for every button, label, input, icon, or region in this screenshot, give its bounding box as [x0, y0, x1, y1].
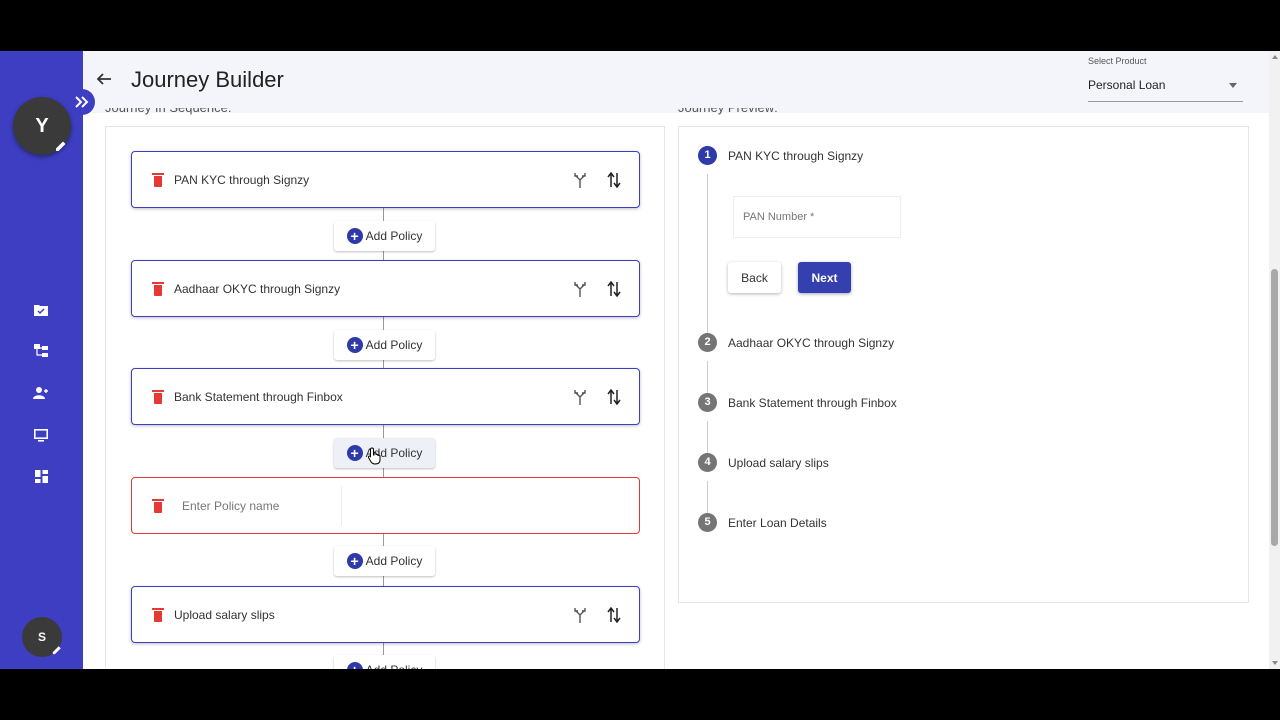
- policy-name: Bank Statement through Finbox: [174, 390, 343, 404]
- next-button[interactable]: Next: [798, 262, 851, 293]
- back-arrow-icon[interactable]: [96, 71, 116, 91]
- product-select[interactable]: Select Product Personal Loan: [1088, 56, 1243, 102]
- reorder-icon[interactable]: [607, 606, 621, 624]
- step-label: Enter Loan Details: [728, 516, 827, 530]
- branch-icon[interactable]: [573, 172, 587, 188]
- add-policy-label: Add Policy: [365, 338, 423, 352]
- policy-card: Upload salary slips: [131, 586, 640, 643]
- hand-cursor-icon: [367, 447, 382, 467]
- reorder-icon[interactable]: [607, 280, 621, 298]
- step-label: Aadhaar OKYC through Signzy: [728, 336, 895, 350]
- branch-icon[interactable]: [573, 389, 587, 405]
- trash-icon[interactable]: [152, 608, 164, 622]
- journey-sequence-heading: Journey In Sequence:: [105, 108, 231, 116]
- step-number: 2: [698, 333, 717, 352]
- scrollbar-thumb[interactable]: [1271, 269, 1278, 546]
- step-number: 5: [698, 513, 717, 532]
- trash-icon[interactable]: [152, 499, 164, 513]
- step-number: 3: [698, 393, 717, 412]
- branch-icon[interactable]: [573, 607, 587, 623]
- plus-circle-icon: +: [346, 337, 363, 353]
- vertical-scrollbar[interactable]: [1269, 51, 1280, 669]
- trash-icon[interactable]: [152, 173, 164, 187]
- dashboard-icon[interactable]: [32, 467, 50, 485]
- plus-circle-icon: +: [346, 553, 363, 569]
- monitor-icon[interactable]: [32, 426, 50, 444]
- chevron-down-icon: [1229, 83, 1237, 88]
- journey-preview-heading: Journey Preview:: [678, 108, 778, 116]
- step-number: 1: [698, 146, 717, 165]
- new-policy-card: [131, 477, 640, 534]
- step-label: Upload salary slips: [728, 456, 829, 470]
- add-policy-button[interactable]: + Add Policy: [334, 221, 435, 251]
- back-button[interactable]: Back: [728, 262, 781, 293]
- users-icon[interactable]: [32, 384, 50, 402]
- add-policy-button[interactable]: + Add Policy: [334, 655, 435, 669]
- policy-name-input[interactable]: [174, 486, 342, 526]
- product-select-label: Select Product: [1088, 56, 1147, 66]
- product-select-value: Personal Loan: [1088, 78, 1166, 92]
- expand-sidebar-button[interactable]: [69, 89, 95, 115]
- step-number: 4: [698, 453, 717, 472]
- plus-circle-icon: +: [346, 228, 363, 244]
- policy-name: Aadhaar OKYC through Signzy: [174, 282, 341, 296]
- policy-card: Aadhaar OKYC through Signzy: [131, 260, 640, 317]
- trash-icon[interactable]: [152, 282, 164, 296]
- add-policy-button[interactable]: + Add Policy: [334, 330, 435, 360]
- add-policy-button[interactable]: + Add Policy: [334, 546, 435, 576]
- reorder-icon[interactable]: [607, 171, 621, 189]
- sidebar: Y S: [0, 51, 83, 669]
- edit-pencil-icon[interactable]: [52, 645, 62, 658]
- add-policy-label: Add Policy: [365, 229, 423, 243]
- tree-structure-icon[interactable]: [32, 342, 50, 360]
- page-title: Journey Builder: [131, 67, 284, 92]
- step-label: Bank Statement through Finbox: [728, 396, 897, 410]
- trash-icon[interactable]: [152, 390, 164, 404]
- pan-number-placeholder: PAN Number *: [743, 211, 815, 223]
- add-policy-button[interactable]: + Add Policy: [334, 438, 435, 468]
- policy-name: Upload salary slips: [174, 608, 275, 622]
- add-policy-label: Add Policy: [365, 554, 423, 568]
- policy-name: PAN KYC through Signzy: [174, 173, 310, 187]
- header: Journey Builder Select Product Personal …: [83, 51, 1280, 113]
- scroll-down-icon[interactable]: [1272, 661, 1278, 665]
- edit-pencil-icon[interactable]: [52, 137, 70, 155]
- folder-check-icon[interactable]: [32, 301, 50, 319]
- pan-number-field[interactable]: PAN Number *: [733, 196, 901, 238]
- plus-circle-icon: +: [346, 662, 363, 669]
- branch-icon[interactable]: [573, 281, 587, 297]
- policy-card: Bank Statement through Finbox: [131, 368, 640, 425]
- stepper-line: [707, 174, 708, 339]
- step-label: PAN KYC through Signzy: [728, 149, 864, 163]
- scroll-up-icon[interactable]: [1272, 55, 1278, 59]
- plus-circle-icon: +: [346, 445, 363, 461]
- policy-card: PAN KYC through Signzy: [131, 151, 640, 208]
- app-window: Y S Journey Builder Select Product Perso…: [0, 51, 1280, 669]
- add-policy-label: Add Policy: [366, 663, 423, 669]
- reorder-icon[interactable]: [607, 388, 621, 406]
